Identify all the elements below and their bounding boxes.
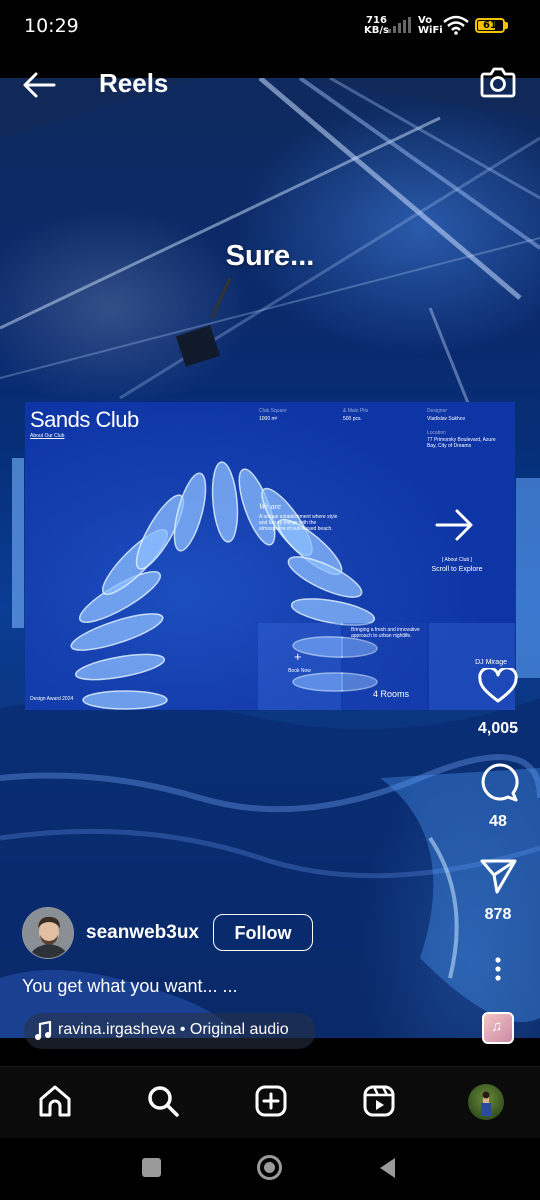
camera-icon[interactable] (480, 66, 516, 98)
comment-count: 48 (489, 813, 507, 830)
site-about-link: About Our Club (30, 433, 65, 439)
wifi-icon (443, 15, 469, 35)
arrow-right-icon (435, 509, 473, 541)
arrow-left-icon[interactable] (22, 72, 56, 98)
battery-level: 61 (483, 20, 497, 31)
reels-icon[interactable] (362, 1084, 396, 1118)
avatar-image (23, 908, 73, 958)
heart-icon[interactable] (478, 668, 518, 704)
reel-caption[interactable]: You get what you want... ... (22, 976, 237, 997)
create-icon[interactable] (254, 1084, 288, 1118)
recent-apps-button[interactable] (142, 1158, 161, 1177)
book-now-panel: + Book Now (258, 623, 341, 710)
back-button[interactable] (377, 1156, 397, 1180)
battery-icon: 61 (475, 18, 505, 33)
status-time: 10:29 (24, 15, 79, 37)
vowifi-indicator: Vo WiFi (418, 15, 443, 36)
share-icon[interactable] (480, 858, 518, 894)
audio-thumbnail[interactable]: ♫ (482, 1012, 514, 1044)
home-icon[interactable] (38, 1084, 72, 1118)
home-button[interactable] (257, 1155, 282, 1180)
audio-info[interactable]: ravina.irgasheva • Original audio (24, 1013, 316, 1049)
profile-avatar[interactable] (468, 1084, 504, 1120)
profile-image (481, 1091, 491, 1116)
author-avatar[interactable] (22, 907, 74, 959)
more-options-icon[interactable] (494, 956, 502, 982)
status-bar: 10:29 716 KB/s Vo WiFi 61 (0, 0, 540, 56)
network-speed: 716 KB/s (364, 15, 389, 36)
page-title: Reels (99, 68, 169, 98)
website-mockup: Sands Club About Our Club Club Square 10… (25, 402, 515, 710)
follow-button[interactable]: Follow (213, 914, 313, 951)
like-count: 4,005 (477, 720, 519, 737)
music-note-icon: ♫ (491, 1018, 503, 1035)
search-icon[interactable] (146, 1084, 180, 1118)
plus-icon: + (294, 649, 302, 664)
audio-label: ravina.irgasheva • Original audio (58, 1021, 289, 1038)
reel-text-overlay: Sure... (225, 240, 315, 272)
signal-icon (388, 17, 411, 33)
music-note-icon (35, 1021, 52, 1040)
share-count: 878 (484, 906, 512, 923)
rooms-panel: Bringing a fresh and innovative approach… (343, 623, 427, 710)
comment-icon[interactable] (479, 762, 519, 802)
author-username[interactable]: seanweb3ux (86, 922, 199, 944)
site-title: Sands Club (30, 407, 139, 432)
